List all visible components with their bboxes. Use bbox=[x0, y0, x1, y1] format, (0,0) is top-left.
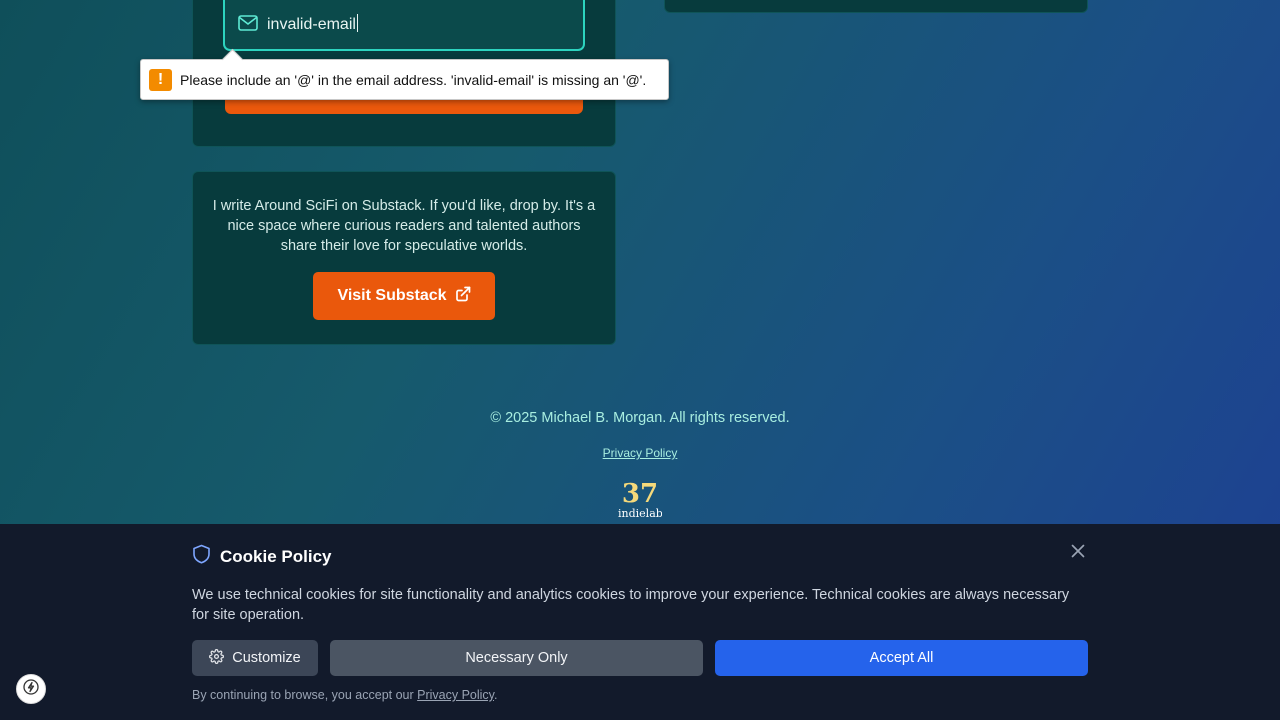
cookie-title: Cookie Policy bbox=[192, 544, 331, 569]
accept-all-button[interactable]: Accept All bbox=[715, 640, 1088, 676]
cookie-footer-prefix: By continuing to browse, you accept our bbox=[192, 688, 418, 702]
visit-substack-button[interactable]: Visit Substack bbox=[313, 272, 495, 320]
close-icon[interactable] bbox=[1069, 542, 1087, 560]
necessary-only-button[interactable]: Necessary Only bbox=[330, 640, 703, 676]
cookie-banner: Cookie Policy We use technical cookies f… bbox=[0, 524, 1280, 720]
cookie-footer-note: By continuing to browse, you accept our … bbox=[192, 688, 498, 702]
accept-all-label: Accept All bbox=[869, 650, 934, 666]
mail-icon bbox=[238, 15, 258, 31]
bolt-icon bbox=[23, 678, 39, 700]
validation-tooltip: ! Please include an '@' in the email add… bbox=[140, 59, 669, 100]
cookie-privacy-link[interactable]: Privacy Policy bbox=[417, 688, 494, 702]
cookie-title-text: Cookie Policy bbox=[220, 546, 332, 566]
text-caret bbox=[356, 14, 358, 32]
indielab-logo[interactable]: 37 indielab bbox=[618, 480, 662, 524]
cookie-description: We use technical cookies for site functi… bbox=[192, 587, 1070, 623]
warning-icon: ! bbox=[149, 69, 172, 91]
logo-number: 37 bbox=[621, 480, 659, 509]
email-value: invalid-email bbox=[267, 16, 356, 33]
customize-button[interactable]: Customize bbox=[192, 640, 318, 676]
shield-icon bbox=[192, 544, 211, 569]
copyright-text: © 2025 Michael B. Morgan. All rights res… bbox=[490, 410, 790, 426]
side-card bbox=[664, 0, 1088, 13]
logo-text: indielab bbox=[618, 507, 662, 520]
external-link-icon bbox=[455, 286, 471, 307]
privacy-policy-link-label: Privacy Policy bbox=[602, 446, 678, 460]
customize-label: Customize bbox=[232, 650, 301, 666]
necessary-only-label: Necessary Only bbox=[465, 650, 568, 666]
cookie-footer-suffix: . bbox=[494, 688, 498, 702]
validation-message: Please include an '@' in the email addre… bbox=[180, 72, 647, 88]
privacy-policy-link[interactable]: Privacy Policy bbox=[0, 446, 1280, 460]
substack-description: I write Around SciFi on Substack. If you… bbox=[212, 198, 596, 254]
gear-icon bbox=[209, 648, 225, 668]
visit-substack-label: Visit Substack bbox=[337, 287, 447, 304]
email-field[interactable]: invalid-email bbox=[223, 0, 585, 51]
floating-action-button[interactable] bbox=[16, 674, 46, 704]
